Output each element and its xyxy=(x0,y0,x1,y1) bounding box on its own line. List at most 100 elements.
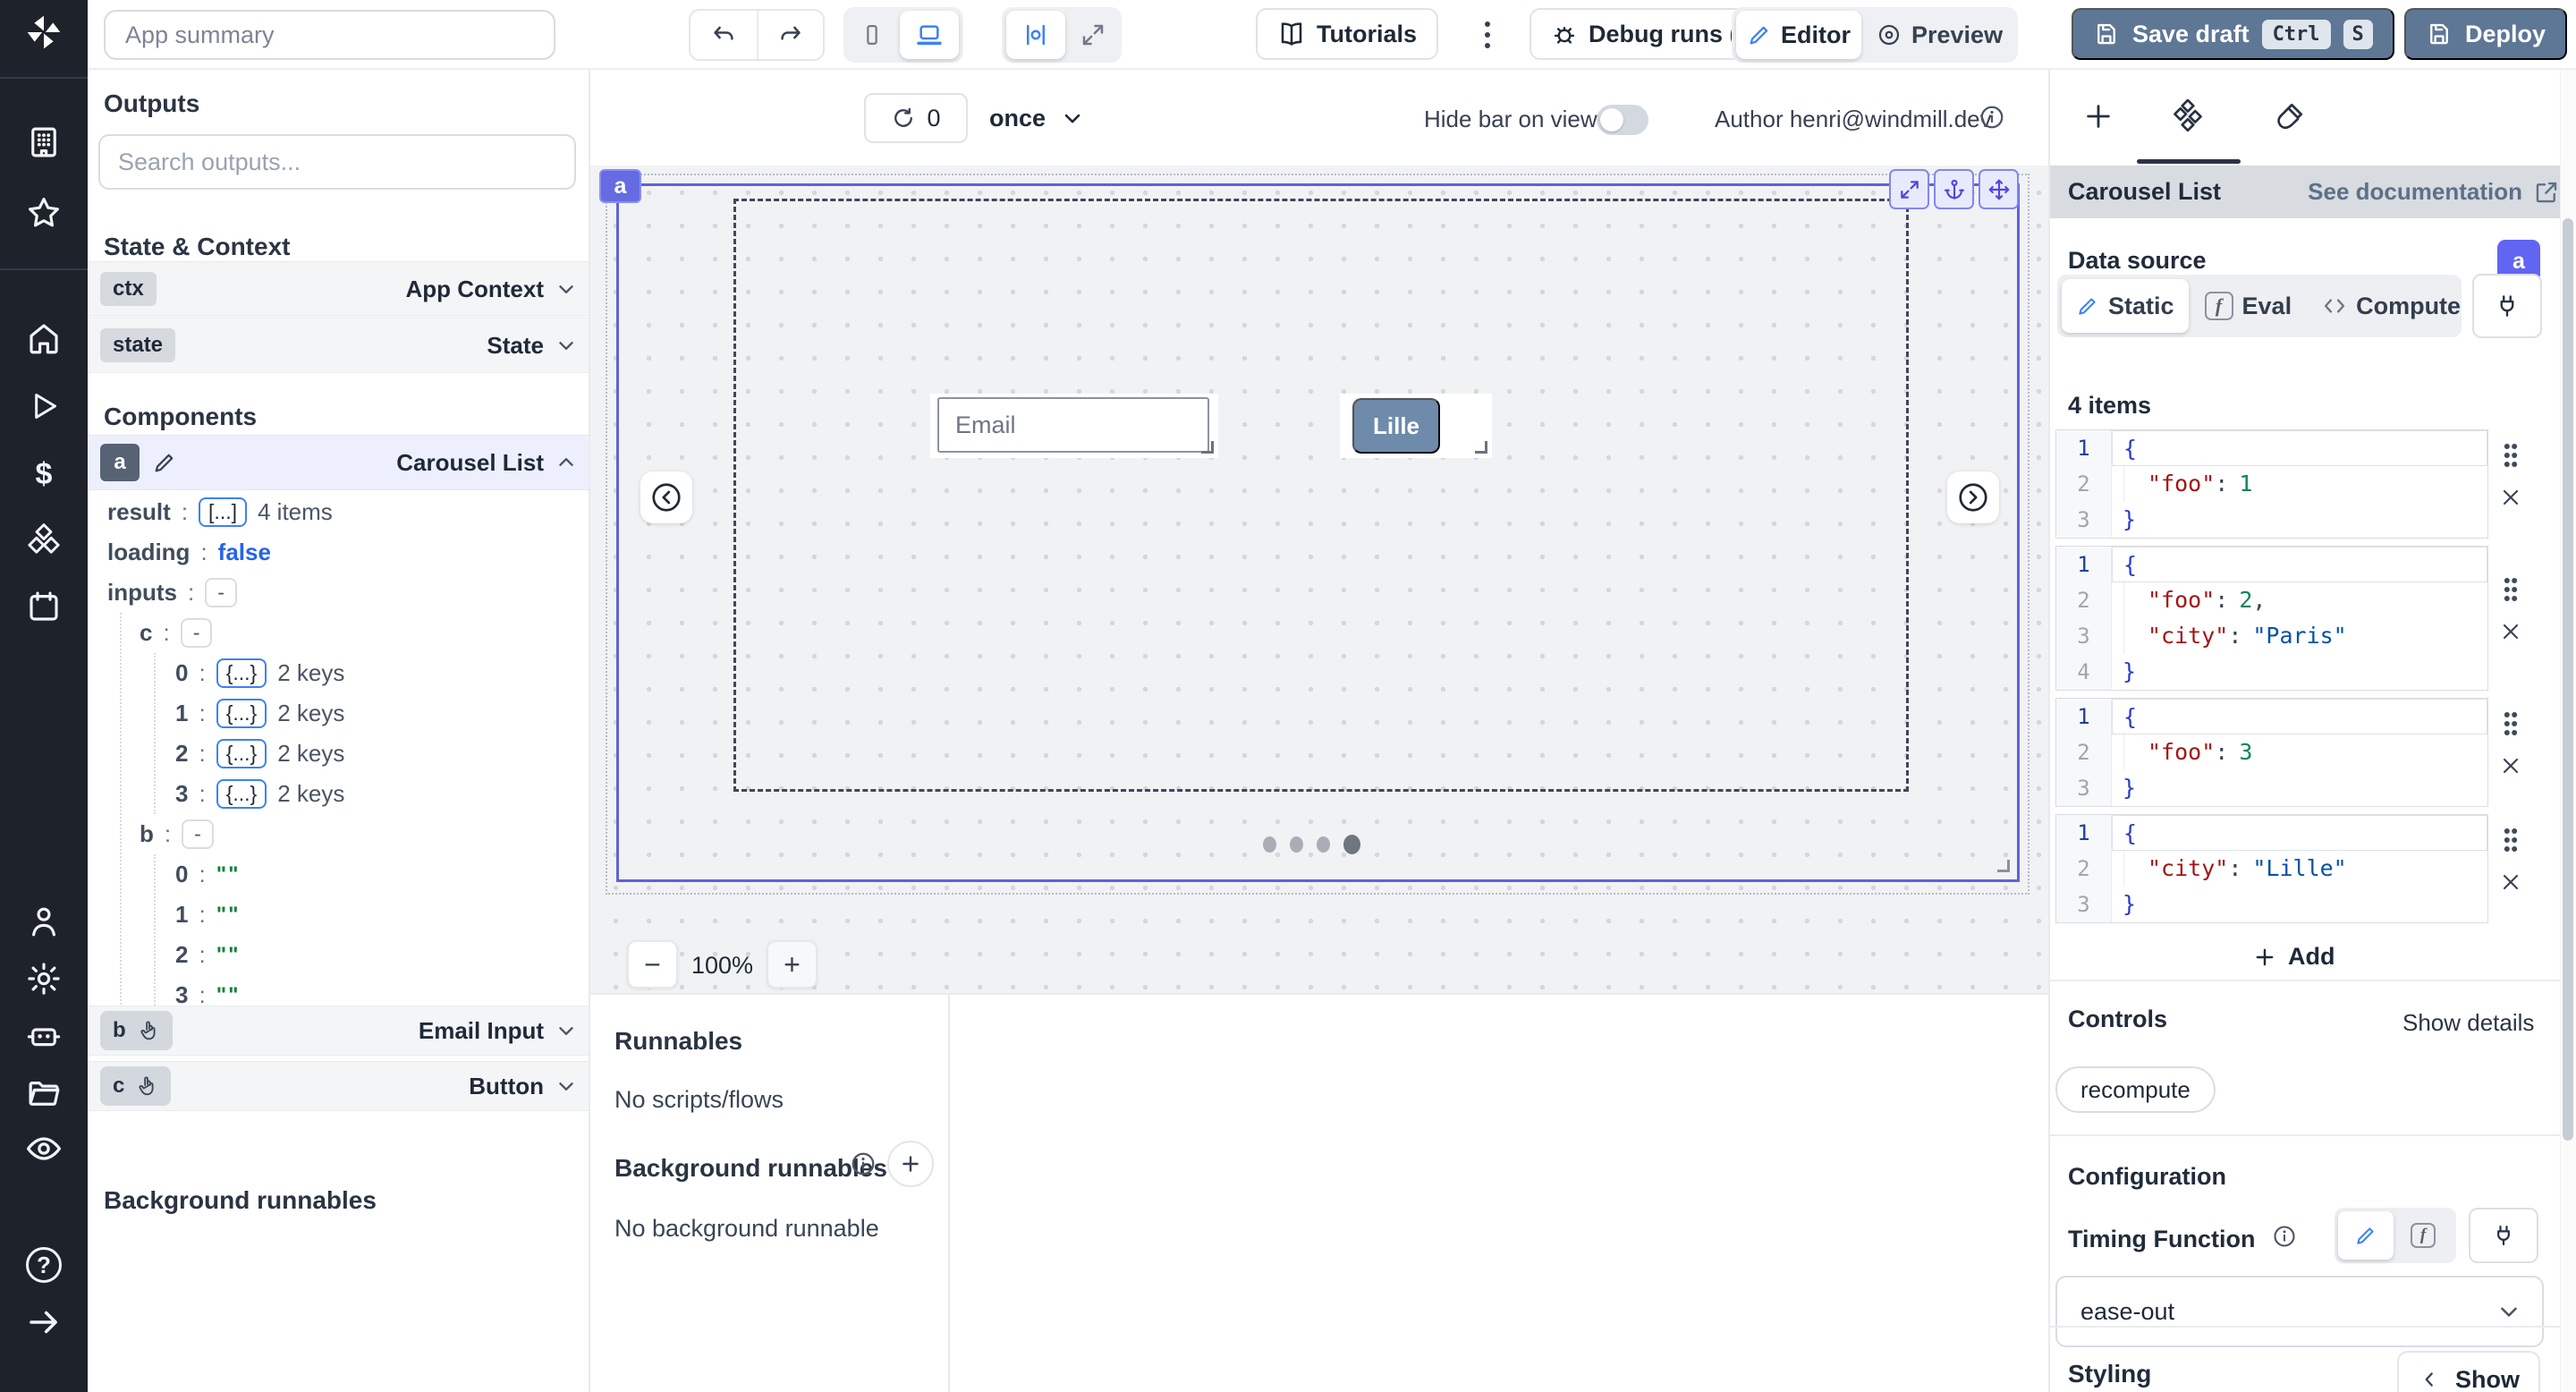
edit-pencil-icon[interactable] xyxy=(152,450,177,475)
delete-item-icon[interactable] xyxy=(2500,755,2521,777)
json-editor[interactable]: 1{ 2"foo":3 3} xyxy=(2055,698,2488,807)
selected-component-badge[interactable]: a xyxy=(599,169,641,203)
component-c-row[interactable]: c Button xyxy=(88,1061,590,1111)
eval-mini-button[interactable]: f xyxy=(2395,1211,2451,1260)
carousel-dot-4-active[interactable] xyxy=(1343,835,1360,854)
carousel-prev-button[interactable] xyxy=(640,471,692,523)
expand-component-button[interactable] xyxy=(1889,169,1929,209)
runs-play-icon[interactable] xyxy=(24,386,64,426)
favorites-star-icon[interactable] xyxy=(24,193,64,233)
help-icon[interactable]: ? xyxy=(24,1245,64,1285)
ctx-row[interactable]: ctx App Context xyxy=(88,261,590,317)
show-details-link[interactable]: Show details xyxy=(2402,1009,2534,1037)
zoom-out-button[interactable]: − xyxy=(627,940,678,989)
settings-gear-icon[interactable] xyxy=(24,959,64,998)
variables-dollar-icon[interactable]: $ xyxy=(24,454,64,494)
expand-object-chip[interactable]: {...} xyxy=(216,779,267,809)
json-editor[interactable]: 1{ 2"city":"Lille" 3} xyxy=(2055,814,2488,923)
delete-item-icon[interactable] xyxy=(2500,621,2521,642)
canvas-grid[interactable]: a Lille xyxy=(590,166,2048,993)
see-documentation-link[interactable]: See documentation xyxy=(2308,178,2560,206)
workspace-icon[interactable] xyxy=(24,123,64,162)
email-input[interactable] xyxy=(937,397,1209,453)
deploy-button[interactable]: Deploy xyxy=(2404,8,2567,60)
expand-object-chip[interactable]: {...} xyxy=(216,699,267,728)
collapse-chip[interactable]: - xyxy=(181,618,213,648)
styling-brush-tab[interactable] xyxy=(2254,70,2326,163)
timing-function-select[interactable]: ease-out xyxy=(2055,1276,2544,1347)
collapse-chip[interactable]: - xyxy=(182,819,214,849)
component-b-row[interactable]: b Email Input xyxy=(88,1006,590,1056)
static-mode-button[interactable]: Static xyxy=(2062,279,2189,333)
folders-icon[interactable] xyxy=(24,1074,64,1113)
settings-components-tab[interactable] xyxy=(2152,70,2224,163)
fullscreen-button[interactable] xyxy=(1069,11,1117,59)
user-icon[interactable] xyxy=(24,902,64,941)
resize-handle[interactable] xyxy=(1201,441,1214,454)
carousel-dot-2[interactable] xyxy=(1290,836,1303,853)
delete-item-icon[interactable] xyxy=(2500,487,2521,508)
expand-rail-arrow-icon[interactable] xyxy=(24,1303,64,1342)
connect-plug-button[interactable] xyxy=(2472,274,2542,338)
mobile-view-button[interactable] xyxy=(848,11,896,59)
drag-handle-icon[interactable] xyxy=(2501,827,2521,853)
move-component-button[interactable] xyxy=(1979,169,2019,209)
redo-button[interactable] xyxy=(757,11,823,59)
eye-icon[interactable] xyxy=(24,1129,64,1168)
drag-handle-icon[interactable] xyxy=(2501,576,2521,603)
ai-robot-icon[interactable] xyxy=(24,1016,64,1056)
info-icon[interactable] xyxy=(1979,104,2005,131)
carousel-dot-1[interactable] xyxy=(1263,836,1276,853)
expand-object-chip[interactable]: {...} xyxy=(216,739,267,768)
info-icon[interactable] xyxy=(2272,1224,2297,1249)
center-layout-button[interactable] xyxy=(1006,11,1065,59)
preview-tab[interactable]: Preview xyxy=(1865,11,2013,59)
drag-handle-icon[interactable] xyxy=(2501,442,2521,469)
delete-item-icon[interactable] xyxy=(2500,871,2521,893)
windmill-logo-icon[interactable] xyxy=(24,13,64,52)
undo-button[interactable] xyxy=(691,11,757,59)
resources-cubes-icon[interactable] xyxy=(24,521,64,560)
editor-tab[interactable]: Editor xyxy=(1736,11,1861,59)
more-options-kebab-icon[interactable] xyxy=(1470,15,1505,55)
save-draft-button[interactable]: Save draft Ctrl S xyxy=(2072,8,2394,60)
desktop-view-button[interactable] xyxy=(900,11,959,59)
scrollbar-thumb[interactable] xyxy=(2563,218,2573,1141)
schedules-calendar-icon[interactable] xyxy=(24,587,64,626)
hide-bar-toggle[interactable] xyxy=(1597,105,1648,135)
app-summary-input[interactable] xyxy=(104,10,555,60)
expand-object-chip[interactable]: {...} xyxy=(216,658,267,688)
json-editor[interactable]: 1{ 2"foo":2, 3"city":"Paris" 4} xyxy=(2055,546,2488,691)
zoom-in-button[interactable]: + xyxy=(767,940,818,989)
carousel-dot-3[interactable] xyxy=(1317,836,1330,853)
component-c-badge[interactable]: c xyxy=(100,1066,171,1106)
show-styling-button[interactable]: Show xyxy=(2397,1351,2540,1392)
tutorials-button[interactable]: Tutorials xyxy=(1256,8,1438,60)
refresh-mode-select[interactable]: once xyxy=(989,93,1085,143)
state-row[interactable]: state State xyxy=(88,318,590,373)
eval-mode-button[interactable]: f Eval xyxy=(2190,279,2307,333)
collapse-chip[interactable]: - xyxy=(205,578,237,607)
insert-component-tab[interactable] xyxy=(2063,70,2134,163)
drag-handle-icon[interactable] xyxy=(2501,710,2521,737)
add-background-runnable-button[interactable] xyxy=(887,1141,934,1187)
connect-plug-button[interactable] xyxy=(2469,1208,2538,1263)
info-icon[interactable] xyxy=(850,1150,877,1177)
resize-handle[interactable] xyxy=(1997,860,2010,872)
anchor-component-button[interactable] xyxy=(1934,169,1974,209)
json-editor[interactable]: 1{ 2"foo":1 3} xyxy=(2055,429,2488,539)
search-outputs-input[interactable] xyxy=(98,134,576,190)
recompute-button[interactable]: recompute xyxy=(2055,1066,2216,1113)
home-icon[interactable] xyxy=(24,318,64,358)
carousel-item-container[interactable] xyxy=(733,199,1909,792)
add-item-button[interactable]: Add xyxy=(2240,938,2347,976)
expand-array-chip[interactable]: [...] xyxy=(199,497,247,527)
compute-mode-button[interactable]: Compute xyxy=(2308,279,2475,333)
resize-handle[interactable] xyxy=(1475,441,1487,454)
lille-button[interactable]: Lille xyxy=(1352,398,1440,454)
carousel-next-button[interactable] xyxy=(1947,471,1999,523)
refresh-count-button[interactable]: 0 xyxy=(864,93,968,143)
component-b-badge[interactable]: b xyxy=(100,1011,173,1050)
component-a-row[interactable]: a Carousel List xyxy=(88,435,590,490)
static-mini-button[interactable] xyxy=(2338,1211,2394,1260)
